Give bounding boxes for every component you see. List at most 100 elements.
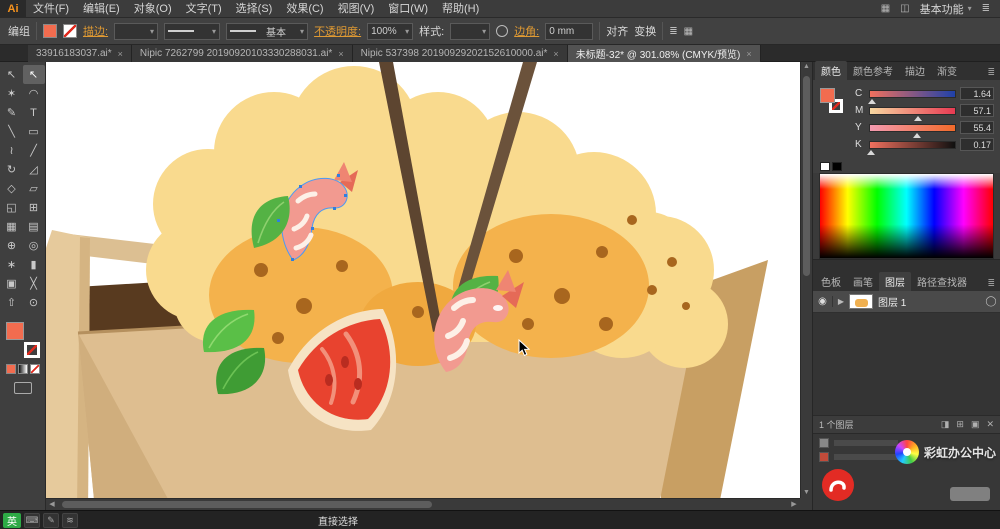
tab-颜色参考[interactable]: 颜色参考 <box>847 61 899 80</box>
expand-arrow-icon[interactable]: ▶ <box>833 297 849 306</box>
lasso-tool[interactable]: ◠ <box>23 84 45 103</box>
horizontal-scrollbar[interactable]: ◀ ▶ <box>46 498 800 510</box>
tab-颜色[interactable]: 颜色 <box>815 61 847 80</box>
line-segment-tool[interactable]: ╲ <box>1 122 23 141</box>
column-graph-tool[interactable]: ▮ <box>23 255 45 274</box>
tray-icon[interactable]: ≋ <box>62 512 78 528</box>
magic-wand-tool[interactable]: ✶ <box>1 84 23 103</box>
panel-menu-icon[interactable]: ≣ <box>982 3 990 14</box>
artwork-takeout-box[interactable] <box>46 62 812 510</box>
channel-value-field[interactable]: 55.4 <box>960 121 994 134</box>
channel-slider[interactable] <box>866 140 956 155</box>
style-dropdown[interactable]: ▾ <box>450 22 491 40</box>
white-swatch[interactable] <box>820 162 830 171</box>
vertical-scrollbar[interactable]: ▲ ▼ <box>800 62 812 498</box>
layer-thumbnail[interactable] <box>849 294 873 309</box>
black-swatch[interactable] <box>832 162 842 171</box>
tab-close-icon[interactable]: × <box>118 49 123 59</box>
opacity-link[interactable]: 不透明度: <box>314 23 361 39</box>
direct-selection-tool[interactable]: ↖ <box>22 65 45 84</box>
toolbar-stroke-swatch[interactable] <box>23 342 40 358</box>
rotate-tool[interactable]: ↻ <box>1 160 23 179</box>
type-tool[interactable]: T <box>23 103 45 122</box>
pencil-tool[interactable]: ╱ <box>23 141 45 160</box>
horizontal-scroll-thumb[interactable] <box>62 501 432 508</box>
channel-value-field[interactable]: 0.17 <box>960 138 994 151</box>
scroll-right-icon[interactable]: ▶ <box>788 499 800 510</box>
blend-tool[interactable]: ◎ <box>23 236 45 255</box>
menu-item[interactable]: 视图(V) <box>331 0 382 18</box>
menu-item[interactable]: 文件(F) <box>26 0 76 18</box>
channel-slider[interactable] <box>867 89 956 104</box>
recolor-artwork-icon[interactable] <box>496 25 509 37</box>
grid-icon[interactable]: ▦ <box>684 26 693 37</box>
delete-layer-icon[interactable]: ✕ <box>986 419 994 430</box>
perspective-grid-tool[interactable]: ⊞ <box>23 198 45 217</box>
slider-thumb[interactable] <box>914 115 923 121</box>
stroke-link[interactable]: 描边: <box>83 23 108 39</box>
slider-thumb[interactable] <box>866 149 875 155</box>
canvas[interactable]: ▲ ▼ ◀ ▶ <box>46 62 812 510</box>
keyboard-icon[interactable]: ⌨ <box>24 512 40 528</box>
document-tab[interactable]: 33916183037.ai* × <box>28 45 132 62</box>
new-sublayer-icon[interactable]: ⊞ <box>956 419 964 430</box>
menu-item[interactable]: 帮助(H) <box>435 0 486 18</box>
corner-link[interactable]: 边角: <box>514 23 539 39</box>
stroke-color-swatch[interactable] <box>63 24 77 38</box>
fill-stroke-indicator[interactable] <box>820 88 850 122</box>
opacity-dropdown[interactable]: 100% ▾ <box>367 22 414 40</box>
width-tool[interactable]: ◇ <box>1 179 23 198</box>
scroll-up-icon[interactable]: ▲ <box>801 62 812 72</box>
color-fill-button[interactable] <box>5 364 16 374</box>
scroll-down-icon[interactable]: ▼ <box>801 488 812 498</box>
slice-tool[interactable]: ╳ <box>23 274 45 293</box>
tab-close-icon[interactable]: × <box>746 49 751 59</box>
selection-tool[interactable]: ↖ <box>1 65 23 84</box>
isolate-icon[interactable]: ≣ <box>669 26 677 37</box>
mesh-tool[interactable]: ▦ <box>1 217 23 236</box>
brush-definition-dropdown[interactable]: 基本 ▾ <box>226 22 309 40</box>
symbol-sprayer-tool[interactable]: ∗ <box>1 255 23 274</box>
paintbrush-tool[interactable]: ≀ <box>1 141 23 160</box>
fill-color-swatch[interactable] <box>43 24 57 38</box>
document-tab[interactable]: 未标题-32* @ 301.08% (CMYK/预览) × <box>567 45 761 62</box>
menu-item[interactable]: 编辑(E) <box>76 0 127 18</box>
transform-button[interactable]: 变换 <box>634 23 656 39</box>
scale-tool[interactable]: ◿ <box>23 160 45 179</box>
tab-close-icon[interactable]: × <box>553 49 558 59</box>
make-mask-icon[interactable]: ◨ <box>941 419 950 430</box>
channel-slider[interactable] <box>869 123 956 138</box>
tab-路径查找器[interactable]: 路径查找器 <box>911 272 973 291</box>
tab-描边[interactable]: 描边 <box>899 61 931 80</box>
pen-tool[interactable]: ✎ <box>1 103 23 122</box>
channel-slider[interactable] <box>869 106 956 121</box>
zoom-tool[interactable]: ⊙ <box>23 293 45 312</box>
visibility-eye-icon[interactable]: ◉ <box>813 296 833 307</box>
channel-value-field[interactable]: 1.64 <box>960 87 994 100</box>
tab-close-icon[interactable]: × <box>338 49 343 59</box>
panel-menu-icon[interactable]: ≣ <box>987 278 1000 291</box>
gradient-fill-button[interactable] <box>17 364 28 374</box>
scroll-left-icon[interactable]: ◀ <box>46 499 58 510</box>
gradient-tool[interactable]: ▤ <box>23 217 45 236</box>
pen-settings-icon[interactable]: ✎ <box>43 512 59 528</box>
width-profile-dropdown[interactable]: ▾ <box>164 22 221 40</box>
tab-渐变[interactable]: 渐变 <box>931 61 963 80</box>
document-tab[interactable]: Nipic 7262799 20190920103330288031.ai* × <box>131 45 353 62</box>
rectangle-tool[interactable]: ▭ <box>23 122 45 141</box>
workspace-switcher[interactable]: 基本功能 ▾ <box>920 1 972 17</box>
menu-item[interactable]: 窗口(W) <box>381 0 435 18</box>
screen-mode-icon[interactable]: ◫ <box>900 3 909 14</box>
tab-画笔[interactable]: 画笔 <box>847 272 879 291</box>
tab-图层[interactable]: 图层 <box>879 272 911 291</box>
stroke-weight-dropdown[interactable]: ▾ <box>114 22 159 40</box>
menu-item[interactable]: 选择(S) <box>229 0 280 18</box>
new-layer-icon[interactable]: ▣ <box>971 419 980 430</box>
layer-name[interactable]: 图层 1 <box>878 294 982 309</box>
channel-value-field[interactable]: 57.1 <box>960 104 994 117</box>
menu-item[interactable]: 效果(C) <box>279 0 330 18</box>
ime-indicator[interactable]: 英 <box>3 512 21 528</box>
menu-item[interactable]: 文字(T) <box>179 0 229 18</box>
toolbar-fill-swatch[interactable] <box>5 322 24 340</box>
tab-色板[interactable]: 色板 <box>815 272 847 291</box>
